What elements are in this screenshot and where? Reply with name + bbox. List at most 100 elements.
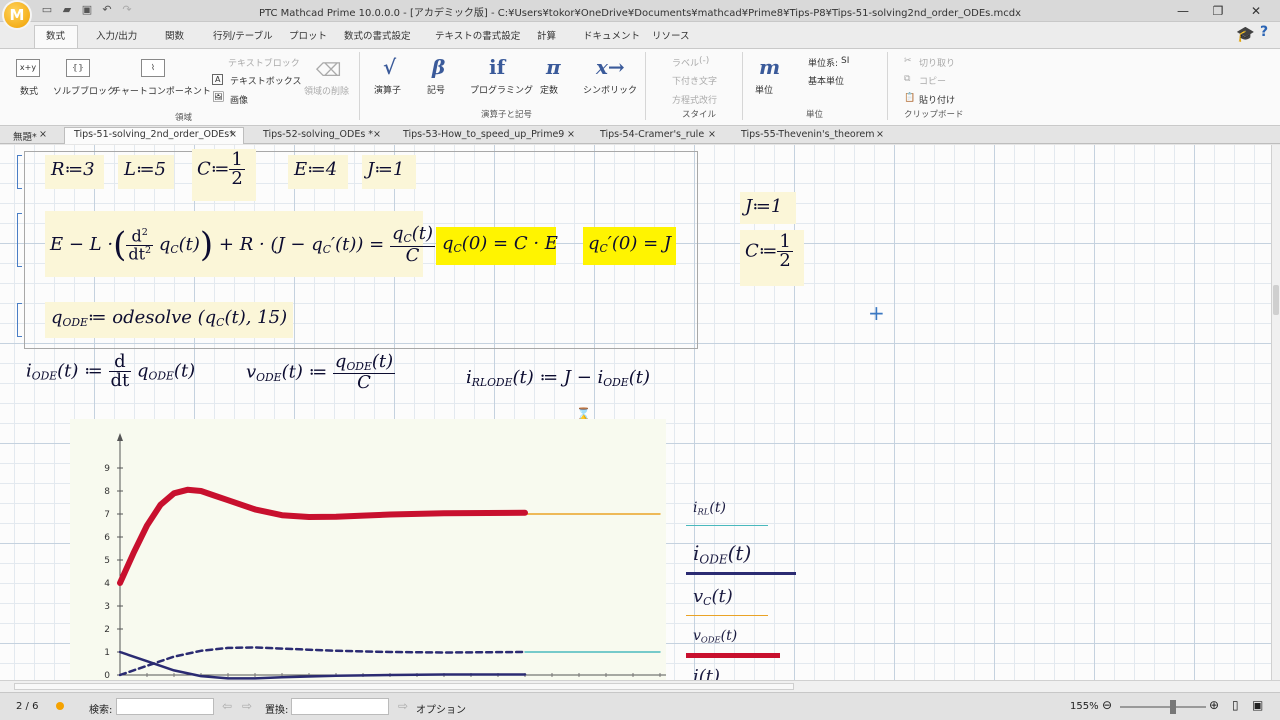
close-icon[interactable]: × [39, 129, 47, 140]
ode-q-sub: C [170, 243, 179, 257]
doc-tab[interactable]: Tips-53-How_to_speed_up_Prime9 [403, 129, 564, 140]
cut-icon[interactable]: ✂ [904, 56, 912, 66]
region-bracket [17, 213, 22, 267]
label-style-dropdown[interactable]: ラベル [672, 56, 699, 69]
tab-document[interactable]: ドキュメント [583, 28, 640, 42]
worksheet-canvas[interactable]: R≔3 L≔5 C≔ 1 2 E≔4 J≔1 E − L ·(d2 dt2 qC(t)… [0, 145, 1271, 687]
delete-region-icon[interactable]: ⌫ [316, 60, 341, 81]
copy-label[interactable]: コピー [919, 74, 946, 87]
iode-rest: (t) ≔ [57, 360, 103, 382]
constant-icon[interactable]: π [546, 55, 561, 79]
constant-label[interactable]: 定数 [540, 83, 558, 96]
text-block-label[interactable]: テキストブロック [228, 56, 300, 69]
line-break-button[interactable]: 方程式改行 [672, 93, 717, 106]
symbolic-icon[interactable]: x→ [596, 55, 625, 79]
math-region-label[interactable]: 数式 [20, 84, 38, 97]
symbol-label[interactable]: 記号 [427, 83, 445, 96]
operator-label[interactable]: 演算子 [374, 83, 401, 96]
doc-tab[interactable]: Tips-55-Thevenin's_theorem [741, 129, 875, 140]
zoom-out-icon[interactable]: ⊖ [1102, 698, 1112, 712]
scrollbar-thumb[interactable] [14, 683, 794, 690]
irl-sub: RLODE [471, 376, 513, 390]
doc-tab[interactable]: Tips-52-solving_ODEs * [263, 129, 373, 140]
close-icon[interactable]: × [708, 129, 716, 140]
unit-icon[interactable]: m [759, 55, 780, 79]
vode-definition[interactable]: vODE(t) ≔ qODE(t) C [246, 353, 396, 392]
math-region-icon[interactable]: x+y [16, 59, 40, 77]
symbol-icon[interactable]: β [432, 55, 445, 79]
tab-plots[interactable]: プロット [289, 28, 327, 42]
vertical-scrollbar[interactable] [1271, 145, 1280, 680]
doc-tab[interactable]: Tips-54-Cramer's_rule [600, 129, 704, 140]
operator-icon[interactable]: √ [383, 55, 396, 79]
unit-system-value[interactable]: SI [841, 56, 849, 66]
cut-label[interactable]: 切り取り [919, 56, 955, 69]
zoom-in-icon[interactable]: ⊕ [1209, 698, 1219, 712]
close-icon[interactable]: × [229, 129, 237, 140]
search-prev-icon[interactable]: ⇦ [222, 699, 232, 713]
doc-tab-active[interactable]: Tips-51-solving_2nd_order_ODEs* [74, 129, 234, 140]
symbolic-label[interactable]: シンボリック [583, 83, 637, 96]
unit-label[interactable]: 単位 [755, 83, 773, 96]
series-line-vodet [117, 486, 528, 586]
ode-q: q [158, 234, 171, 255]
iode-dt: dt [110, 370, 130, 391]
plot-region[interactable]: 0123456789 [70, 419, 674, 681]
tab-calculation[interactable]: 計算 [537, 28, 556, 42]
scrollbar-thumb[interactable] [1273, 285, 1279, 315]
delete-region-label[interactable]: 領域の削除 [304, 84, 349, 97]
side-def-J: J≔1 [745, 196, 783, 217]
tab-matrices[interactable]: 行列/テーブル [213, 28, 273, 42]
close-icon[interactable]: × [373, 129, 381, 140]
base-unit-label[interactable]: 基本単位 [808, 74, 844, 87]
ode-rhs-sub: C [403, 232, 412, 246]
legend-swatch [686, 572, 796, 575]
horizontal-scrollbar[interactable] [0, 680, 1280, 692]
close-icon[interactable]: × [876, 129, 884, 140]
unit-system-label[interactable]: 単位系: [808, 56, 838, 69]
help-icon[interactable]: ? [1260, 24, 1268, 40]
tab-functions[interactable]: 関数 [165, 28, 184, 42]
iode-definition[interactable]: iODE(t) ≔ d dt qODE(t) [26, 353, 195, 390]
group-label-units: 単位 [806, 110, 824, 120]
close-icon[interactable]: ✕ [1245, 2, 1267, 20]
replace-input[interactable] [291, 698, 389, 715]
replace-icon[interactable]: ⇨ [398, 699, 408, 713]
chart-component-icon[interactable]: ⌇ [141, 59, 165, 77]
options-dropdown[interactable]: オプション [416, 701, 466, 716]
solve-block-icon[interactable]: ⦃⦄ [66, 59, 90, 77]
zoom-slider-thumb[interactable] [1170, 700, 1176, 714]
group-label-region: 領域 [175, 113, 193, 123]
doc-tab[interactable]: 無題* [13, 129, 37, 143]
xy-plot: 0123456789 [104, 433, 674, 681]
irl-rest2: (t) [628, 367, 650, 388]
search-input[interactable] [116, 698, 214, 715]
chart-component-label[interactable]: チャートコンポーネント [112, 84, 211, 97]
zoom-slider[interactable] [1120, 706, 1206, 708]
close-icon[interactable]: × [567, 129, 575, 140]
tab-math[interactable]: 数式 [46, 28, 65, 42]
copy-icon[interactable]: ⧉ [904, 74, 910, 84]
def-C-lhs: C≔ [197, 158, 230, 180]
paste-label[interactable]: 貼り付け [919, 93, 955, 106]
y-tick-label: 7 [104, 510, 110, 520]
subscript-button[interactable]: 下付き文字 [672, 74, 717, 87]
programming-icon[interactable]: if [489, 55, 505, 79]
search-next-icon[interactable]: ⇨ [242, 699, 252, 713]
tab-resources[interactable]: リソース [652, 28, 690, 42]
tab-math-format[interactable]: 数式の書式設定 [344, 28, 411, 42]
solve-block-label[interactable]: ソルブブロック [53, 84, 116, 97]
irlode-definition[interactable]: iRLODE(t) ≔ J − iODE(t) [466, 367, 650, 389]
tab-io[interactable]: 入力/出力 [96, 28, 137, 42]
academic-cap-icon[interactable]: 🎓 [1236, 25, 1255, 43]
page-view-icon[interactable]: ▯ [1232, 698, 1239, 712]
app-logo[interactable]: M [4, 2, 30, 28]
draft-view-icon[interactable]: ▣ [1252, 698, 1263, 712]
image-label[interactable]: 画像 [230, 93, 248, 106]
text-box-label[interactable]: テキストボックス [230, 74, 301, 87]
paste-icon[interactable]: 📋 [904, 93, 915, 103]
programming-label[interactable]: プログラミング [470, 83, 533, 96]
minimize-icon[interactable]: — [1172, 2, 1194, 20]
tab-text-format[interactable]: テキストの書式設定 [435, 28, 520, 42]
restore-icon[interactable]: ❐ [1207, 2, 1229, 20]
